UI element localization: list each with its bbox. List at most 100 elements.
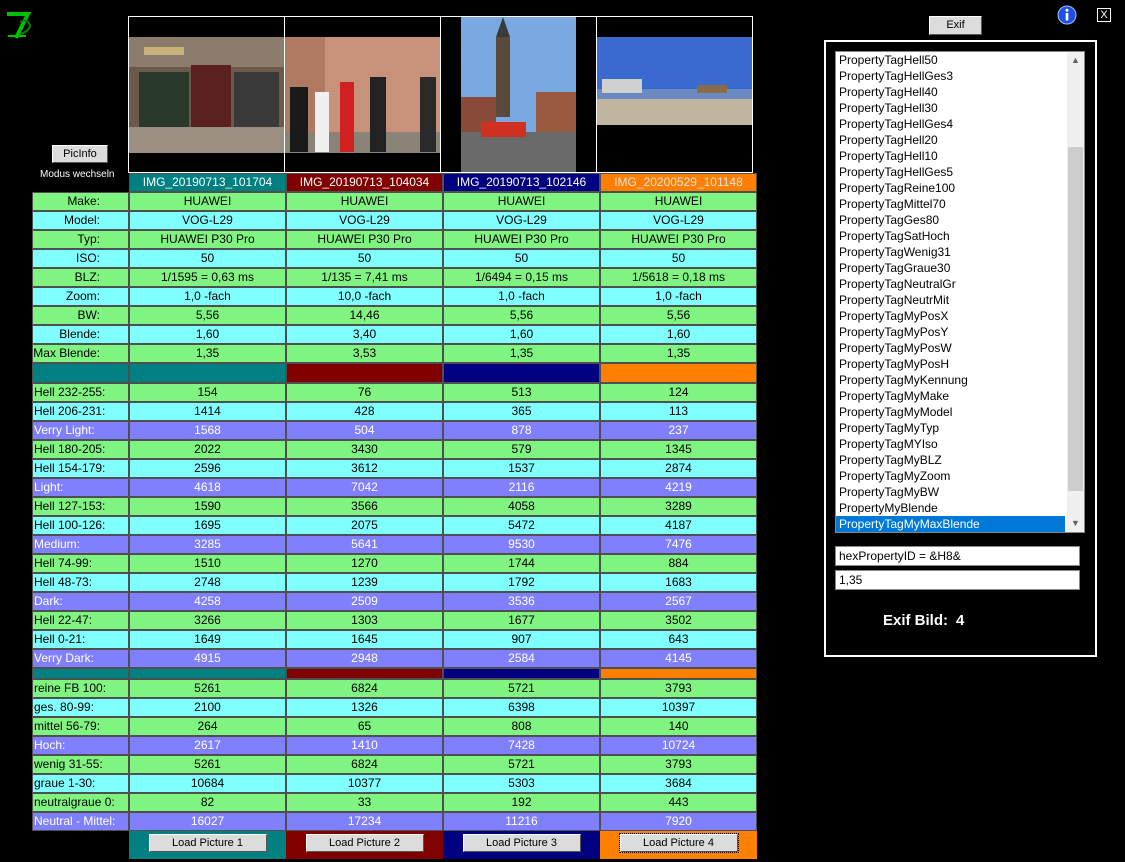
list-item[interactable]: PropertyTagMyBW: [836, 484, 1065, 500]
thumbnail-4[interactable]: [596, 16, 753, 173]
list-item[interactable]: PropertyTagMyModel: [836, 404, 1065, 420]
load-picture-3-button[interactable]: Load Picture 3: [462, 834, 581, 852]
table-cell: 2748: [129, 573, 286, 592]
table-cell: BLZ:: [32, 268, 129, 287]
list-item[interactable]: PropertyTagGraue30: [836, 260, 1065, 276]
table-cell: 1414: [129, 402, 286, 421]
list-item[interactable]: PropertyTagNeutralGr: [836, 276, 1065, 292]
table-cell: HUAWEI P30 Pro: [600, 230, 757, 249]
table-cell: 16027: [129, 812, 286, 831]
table-row: Hell 100-126: 1695 2075 5472 4187: [32, 516, 757, 535]
table-cell: 3,53: [286, 344, 443, 363]
table-cell: [443, 363, 600, 383]
table-cell: 504: [286, 421, 443, 440]
table-cell: 2584: [443, 649, 600, 668]
scroll-up-icon[interactable]: ▲: [1067, 52, 1084, 69]
table-cell: HUAWEI: [443, 192, 600, 211]
scroll-thumb[interactable]: [1068, 147, 1083, 491]
thumbnail-2[interactable]: [284, 16, 441, 173]
table-cell: 5,56: [129, 306, 286, 325]
table-cell: 192: [443, 793, 600, 812]
table-cell: 878: [443, 421, 600, 440]
thumbnail-1[interactable]: [128, 16, 285, 173]
image-name-4: IMG_20200529_101148: [600, 173, 757, 192]
table-cell: Model:: [32, 211, 129, 230]
load-picture-4-button[interactable]: Load Picture 4: [618, 833, 739, 853]
table-cell: 5721: [443, 755, 600, 774]
hex-property-field[interactable]: hexPropertyID = &H8&: [835, 546, 1080, 566]
list-item[interactable]: PropertyTagHellGes3: [836, 68, 1065, 84]
list-item[interactable]: PropertyMyBlende: [836, 500, 1065, 516]
table-cell: 2596: [129, 459, 286, 478]
table-row: Light: 4618 7042 2116 4219: [32, 478, 757, 497]
table-cell: 1326: [286, 698, 443, 717]
table-cell: 10684: [129, 774, 286, 793]
load-picture-1-button[interactable]: Load Picture 1: [148, 834, 267, 852]
info-icon[interactable]: [1057, 5, 1077, 25]
table-row: ISO: 50 50 50 50: [32, 249, 757, 268]
scroll-down-icon[interactable]: ▼: [1067, 515, 1084, 532]
table-row: Verry Dark: 4915 2948 2584 4145: [32, 649, 757, 668]
list-item[interactable]: PropertyTagHell30: [836, 100, 1065, 116]
table-row: Load Picture 1 Load Picture 2 Load Picture…: [32, 831, 757, 859]
table-cell: reine FB 100:: [32, 679, 129, 698]
table-row: Medium: 3285 5641 9530 7476: [32, 535, 757, 554]
table-row: Make: HUAWEI HUAWEI HUAWEI HUAWEI: [32, 192, 757, 211]
table-cell: Verry Dark:: [32, 649, 129, 668]
table-cell: Load Picture 1: [129, 831, 286, 859]
table-cell: 1590: [129, 497, 286, 516]
table-cell: 1239: [286, 573, 443, 592]
table-cell: mittel 56-79:: [32, 717, 129, 736]
table-cell: 14,46: [286, 306, 443, 325]
list-item[interactable]: PropertyTagHellGes5: [836, 164, 1065, 180]
property-value-field[interactable]: 1,35: [835, 570, 1080, 590]
table-cell: 50: [129, 249, 286, 268]
list-item[interactable]: PropertyTagGes80: [836, 212, 1065, 228]
table-cell: 82: [129, 793, 286, 812]
table-row: Zoom: 1,0 -fach 10,0 -fach 1,0 -fach 1,0 -fa…: [32, 287, 757, 306]
table-cell: 3266: [129, 611, 286, 630]
list-item[interactable]: PropertyTagHell10: [836, 148, 1065, 164]
table-cell: Typ:: [32, 230, 129, 249]
list-item[interactable]: PropertyTagHell50: [836, 52, 1065, 68]
list-item[interactable]: PropertyTagMYIso: [836, 436, 1065, 452]
table-cell: 3612: [286, 459, 443, 478]
list-item[interactable]: PropertyTagMittel70: [836, 196, 1065, 212]
list-item[interactable]: PropertyTagReine100: [836, 180, 1065, 196]
table-cell: 808: [443, 717, 600, 736]
table-cell: [32, 668, 129, 679]
list-item[interactable]: PropertyTagMyPosY: [836, 324, 1065, 340]
list-item[interactable]: PropertyTagMyKennung: [836, 372, 1065, 388]
list-item[interactable]: PropertyTagMyPosX: [836, 308, 1065, 324]
list-item[interactable]: PropertyTagMyPosH: [836, 356, 1065, 372]
table-cell: 1695: [129, 516, 286, 535]
table-cell: 1,0 -fach: [129, 287, 286, 306]
list-item[interactable]: PropertyTagMyMaxBlende: [836, 516, 1065, 532]
table-cell: 5,56: [600, 306, 757, 325]
list-item[interactable]: PropertyTagHellGes4: [836, 116, 1065, 132]
list-item[interactable]: PropertyTagHell40: [836, 84, 1065, 100]
list-item[interactable]: PropertyTagMyBLZ: [836, 452, 1065, 468]
exif-button[interactable]: Exif: [929, 16, 982, 35]
list-scrollbar[interactable]: ▲ ▼: [1067, 52, 1084, 532]
table-cell: [32, 363, 129, 383]
exif-property-list[interactable]: PropertyTagHell50 PropertyTagHellGes3 Prop…: [835, 51, 1085, 533]
table-cell: 1303: [286, 611, 443, 630]
table-row: Max Blende: 1,35 3,53 1,35 1,35: [32, 344, 757, 363]
list-item[interactable]: PropertyTagSatHoch: [836, 228, 1065, 244]
table-cell: 11216: [443, 812, 600, 831]
list-item[interactable]: PropertyTagNeutrMit: [836, 292, 1065, 308]
list-item[interactable]: PropertyTagWenig31: [836, 244, 1065, 260]
load-picture-2-button[interactable]: Load Picture 2: [305, 834, 424, 852]
close-icon[interactable]: X: [1097, 8, 1111, 22]
list-item[interactable]: PropertyTagMyTyp: [836, 420, 1065, 436]
list-item[interactable]: PropertyTagMyPosW: [836, 340, 1065, 356]
table-cell: Hell 180-205:: [32, 440, 129, 459]
table-row: Hell 0-21: 1649 1645 907 643: [32, 630, 757, 649]
list-item[interactable]: PropertyTagHell20: [836, 132, 1065, 148]
thumbnail-3[interactable]: [440, 16, 597, 173]
list-item[interactable]: PropertyTagMyMake: [836, 388, 1065, 404]
picinfo-button[interactable]: PicInfo: [52, 145, 108, 163]
list-item[interactable]: PropertyTagMyZoom: [836, 468, 1065, 484]
table-cell: 124: [600, 383, 757, 402]
